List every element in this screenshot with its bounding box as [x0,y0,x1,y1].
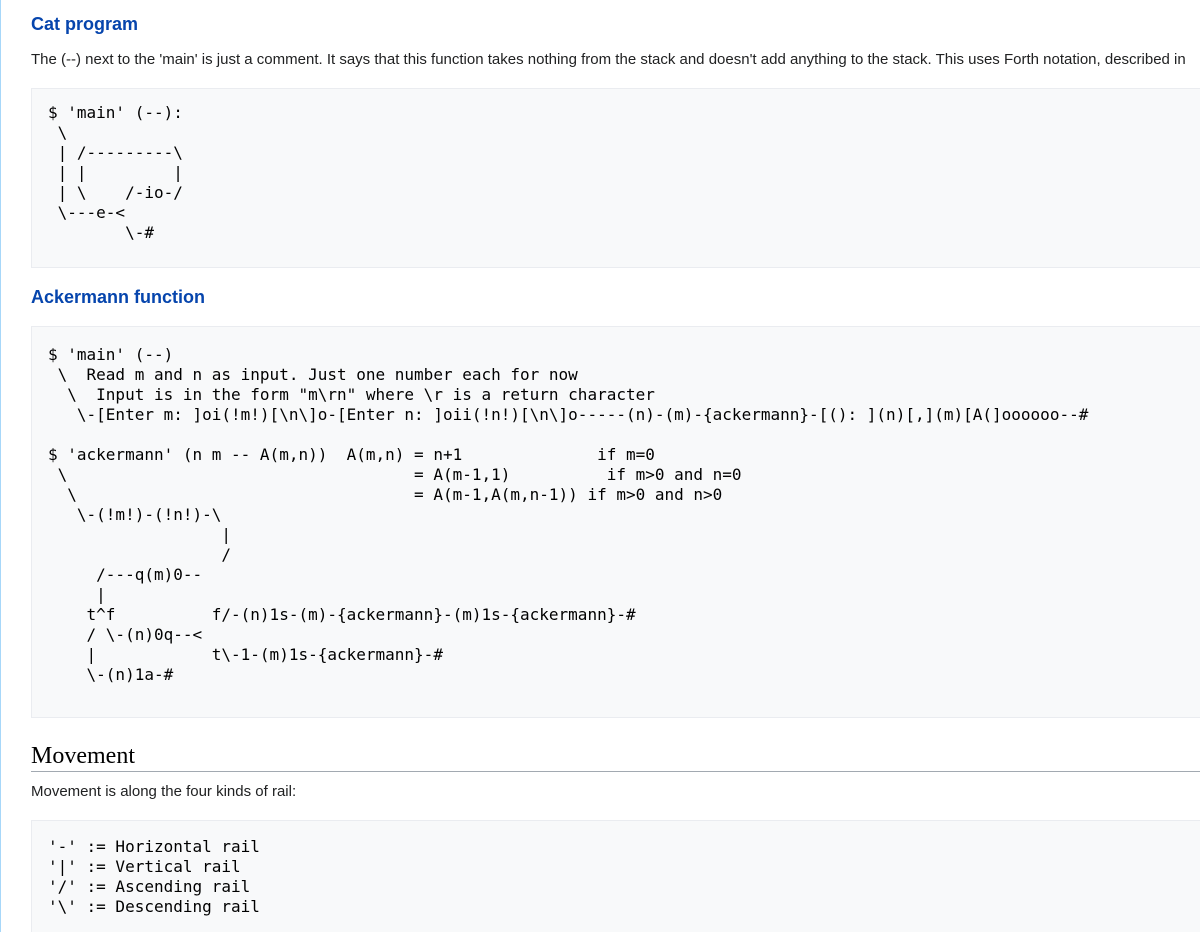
cat-program-code-block: $ 'main' (--): \ | /---------\ | | | | \… [31,88,1200,268]
ackermann-code-block: $ 'main' (--) \ Read m and n as input. J… [31,326,1200,718]
movement-paragraph: Movement is along the four kinds of rail… [31,783,297,800]
movement-heading: Movement [31,743,135,769]
ackermann-heading: Ackermann function [31,287,206,307]
ackermann-function-code: $ 'ackermann' (n m -- A(m,n)) A(m,n) = n… [48,445,742,684]
cat-program-paragraph: The (--) next to the 'main' is just a co… [31,51,1186,68]
ackermann-main-code: $ 'main' (--) \ Read m and n as input. J… [48,345,1089,424]
article-page: Cat program The (--) next to the 'main' … [0,0,1200,932]
movement-code-block: '-' := Horizontal rail '|' := Vertical r… [31,820,1200,932]
cat-program-heading: Cat program [31,14,139,34]
movement-heading-divider [31,771,1200,772]
